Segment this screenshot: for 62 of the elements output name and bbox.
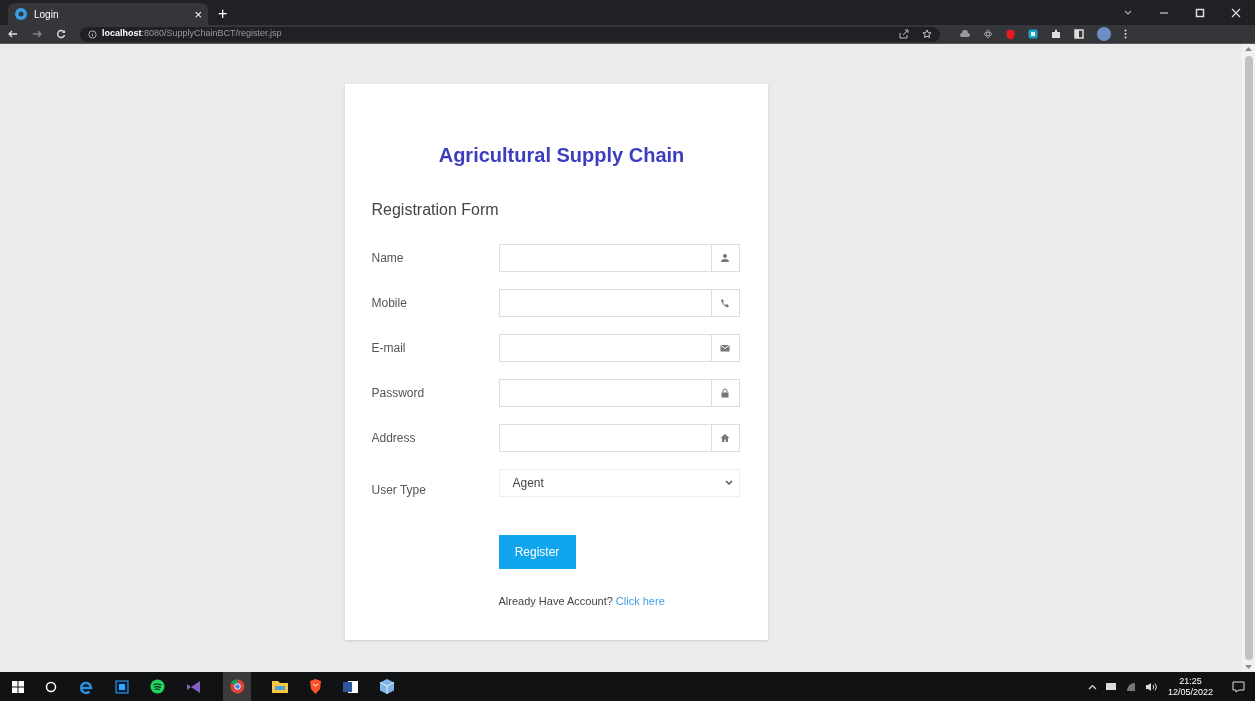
account-prompt: Already Have Account?	[498, 594, 613, 609]
field-label: Address	[371, 430, 417, 447]
cube-icon[interactable]	[380, 679, 394, 694]
cloud-icon[interactable]	[960, 30, 970, 38]
maximize-icon[interactable]	[1195, 7, 1205, 18]
app-square-icon[interactable]	[115, 679, 129, 694]
user-type-select[interactable]: Agent	[498, 469, 740, 497]
document-w-icon[interactable]	[343, 679, 359, 694]
home-icon	[720, 433, 730, 443]
menu-dots-icon[interactable]	[1124, 29, 1127, 39]
field-label: User Type	[371, 482, 427, 499]
notification-icon[interactable]	[1232, 680, 1245, 693]
form-title: Agricultural Supply Chain	[437, 143, 685, 168]
browser-tab[interactable]: Login ×	[8, 3, 208, 25]
extension-icon[interactable]	[1028, 29, 1038, 39]
close-icon[interactable]	[1231, 7, 1241, 18]
input-field[interactable]	[498, 424, 740, 452]
folder-icon[interactable]	[272, 680, 288, 693]
profile-avatar[interactable]	[1097, 27, 1111, 41]
close-tab-button[interactable]: ×	[194, 7, 202, 21]
input-field[interactable]	[498, 334, 740, 362]
reload-icon[interactable]	[56, 29, 66, 39]
input-field[interactable]	[498, 379, 740, 407]
field-label: Name	[371, 250, 405, 267]
speaker-icon[interactable]	[1144, 681, 1157, 692]
input-field[interactable]	[498, 289, 740, 317]
scrollbar[interactable]	[1242, 44, 1255, 672]
new-tab-button[interactable]: +	[218, 6, 228, 22]
search-icon[interactable]	[45, 680, 57, 693]
address-bar[interactable]: localhost:8080/SupplyChainBCT/register.jsp	[80, 26, 940, 42]
clock-date[interactable]: 12/05/2022	[1167, 686, 1213, 698]
envelope-icon	[720, 343, 730, 353]
side-panel-icon[interactable]	[1074, 29, 1084, 39]
scroll-down-icon[interactable]	[1245, 665, 1252, 670]
field-label: Password	[371, 385, 426, 402]
url-text: localhost:8080/SupplyChainBCT/register.jsp	[102, 27, 282, 41]
scroll-up-icon[interactable]	[1245, 46, 1252, 51]
field-label: Mobile	[371, 295, 408, 312]
form-subtitle: Registration Form	[371, 200, 500, 220]
wifi-icon[interactable]	[1125, 681, 1136, 692]
battery-icon[interactable]	[1105, 683, 1117, 690]
field-label: E-mail	[371, 340, 407, 357]
input-field[interactable]	[498, 244, 740, 272]
lock-icon	[720, 388, 730, 398]
music-circle-icon[interactable]	[150, 679, 165, 694]
person-icon	[720, 253, 730, 263]
ribbon-icon[interactable]	[186, 679, 202, 694]
chevron-down-icon	[724, 480, 733, 486]
forward-arrow-icon[interactable]	[32, 29, 42, 39]
info-icon	[88, 29, 97, 39]
star-icon[interactable]	[922, 29, 932, 39]
shield-icon[interactable]	[1006, 28, 1015, 40]
tab-title: Login	[34, 7, 59, 22]
windows-start-icon[interactable]	[12, 680, 24, 693]
phone-icon	[720, 298, 730, 308]
chevron-up-icon[interactable]	[1087, 683, 1097, 690]
active-app-icon[interactable]	[223, 672, 251, 701]
back-arrow-icon[interactable]	[8, 29, 18, 39]
share-icon[interactable]	[899, 29, 909, 39]
clock-time[interactable]: 21:25	[1179, 675, 1202, 687]
lion-shield-icon[interactable]	[309, 679, 322, 694]
scroll-thumb[interactable]	[1244, 56, 1253, 660]
